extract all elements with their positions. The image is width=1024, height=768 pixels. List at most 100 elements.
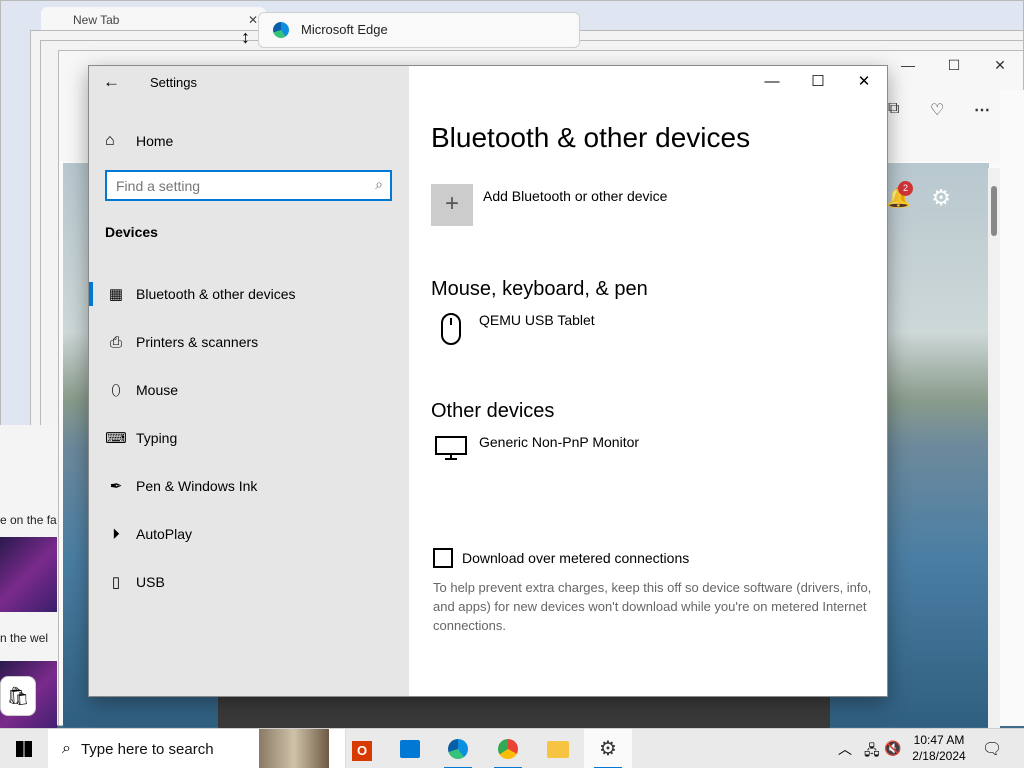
background-window-controls: — ☐ ✕ (885, 57, 1023, 74)
taskbar-edge[interactable] (434, 729, 482, 768)
taskbar-chrome[interactable] (484, 729, 532, 768)
device-qemu-usb-tablet[interactable]: QEMU USB Tablet (433, 312, 595, 351)
new-tab-label: New Tab (73, 13, 120, 27)
sidebar-item-label: Mouse (136, 382, 179, 398)
office-icon: O (352, 741, 372, 761)
windows-logo-icon (16, 741, 32, 757)
background-thumbnail-1 (0, 537, 57, 612)
window-controls: — ☐ ✕ (749, 66, 887, 98)
clock-time: 10:47 AM (913, 733, 965, 747)
taskbar-file-explorer[interactable] (534, 729, 582, 768)
device-name: Generic Non-PnP Monitor (479, 434, 640, 450)
device-name: QEMU USB Tablet (479, 312, 595, 328)
chrome-icon (498, 739, 518, 759)
sidebar-item-typing[interactable]: ⌨ Typing (89, 414, 409, 462)
settings-sidebar: ← Settings ⌂ Home ⌕ Devices ▦ Bluetooth … (89, 66, 409, 696)
collections-icon[interactable]: ⧉ (888, 100, 899, 118)
taskbar-settings[interactable]: ⚙ (584, 729, 632, 768)
taskbar-store[interactable] (386, 729, 434, 768)
add-device-button[interactable]: + Add Bluetooth or other device (431, 184, 667, 226)
home-nav-item[interactable]: ⌂ Home (105, 130, 173, 152)
scrollbar-thumb[interactable] (991, 186, 997, 236)
find-setting-search[interactable]: ⌕ (105, 170, 392, 201)
edge-window-tooltip: Microsoft Edge (258, 12, 580, 48)
more-options-icon[interactable]: ⋯ (974, 100, 990, 120)
notification-count-badge: 2 (898, 181, 913, 196)
browser-essentials-icon[interactable]: ♡ (930, 100, 944, 120)
sidebar-item-bluetooth[interactable]: ▦ Bluetooth & other devices (89, 270, 409, 318)
edge-logo-icon (273, 22, 289, 38)
mouse-keyboard-pen-heading: Mouse, keyboard, & pen (431, 278, 648, 300)
devices-nav-list: ▦ Bluetooth & other devices ⎙ Printers &… (89, 270, 409, 606)
sidebar-item-label: Typing (136, 430, 178, 446)
close-tab-icon[interactable]: ✕ (248, 13, 258, 27)
notification-center-icon[interactable]: 🗨 (982, 739, 1002, 759)
minimize-button[interactable]: — (749, 66, 795, 98)
close-button[interactable]: ✕ (841, 66, 887, 98)
background-video-strip (218, 696, 830, 728)
sidebar-item-label: Pen & Windows Ink (136, 478, 258, 494)
sidebar-item-mouse[interactable]: ⬯ Mouse (89, 366, 409, 414)
edge-window-label: Microsoft Edge (301, 22, 388, 37)
show-hidden-icons-chevron-icon[interactable]: ︿ (838, 739, 852, 759)
settings-window: ← Settings ⌂ Home ⌕ Devices ▦ Bluetooth … (88, 65, 888, 697)
store-bag-icon[interactable]: 🛍 (0, 676, 36, 716)
sidebar-item-label: USB (136, 574, 165, 590)
back-arrow-icon[interactable]: ← (103, 72, 125, 94)
search-icon[interactable]: ⌕ (375, 176, 383, 193)
resize-cursor-icon: ↕ (241, 27, 250, 47)
minimize-icon[interactable]: — (885, 57, 931, 73)
microsoft-store-icon (400, 740, 420, 758)
volume-muted-icon[interactable]: 🔇 (884, 740, 901, 757)
sidebar-item-autoplay[interactable]: ⏵ AutoPlay (89, 510, 409, 558)
home-icon: ⌂ (105, 132, 115, 149)
page-scrollbar[interactable] (988, 168, 1000, 728)
sidebar-item-printers[interactable]: ⎙ Printers & scanners (89, 318, 409, 366)
close-icon[interactable]: ✕ (977, 57, 1023, 74)
background-left-text-1: e on the fa (0, 513, 57, 527)
usb-icon: ▯ (111, 574, 121, 591)
search-icon: ⌕ (62, 740, 71, 757)
edge-icon (448, 739, 468, 759)
plus-icon: + (431, 184, 473, 226)
system-clock[interactable]: 10:47 AM 2/18/2024 (904, 732, 974, 764)
sidebar-item-label: AutoPlay (136, 526, 193, 542)
page-settings-gear-icon[interactable]: ⚙ (931, 185, 951, 211)
add-device-label: Add Bluetooth or other device (483, 188, 668, 204)
taskbar: ⌕ Type here to search O ⚙ ︿ 🖧 🔇 10:47 AM… (0, 728, 1024, 768)
taskbar-search-placeholder: Type here to search (80, 740, 214, 758)
edge-sidebar-strip (1000, 90, 1024, 726)
page-title: Bluetooth & other devices (431, 122, 751, 153)
clock-date: 2/18/2024 (912, 749, 966, 763)
find-setting-input[interactable] (107, 172, 347, 199)
other-devices-heading: Other devices (431, 400, 555, 422)
folder-icon (547, 741, 569, 758)
autoplay-icon: ⏵ (112, 525, 120, 543)
taskbar-office[interactable]: O (338, 729, 386, 768)
sidebar-item-label: Bluetooth & other devices (136, 286, 296, 302)
monitor-device-icon (433, 434, 469, 465)
metered-connections-checkbox-row[interactable]: Download over metered connections (433, 548, 689, 568)
search-highlight-image (259, 729, 329, 768)
background-left-text-2: n the wel (0, 631, 49, 645)
mouse-device-icon (433, 312, 469, 351)
home-label: Home (136, 133, 174, 149)
pen-icon: ✒ (109, 478, 123, 495)
maximize-button[interactable]: ☐ (795, 66, 841, 98)
bluetooth-devices-icon: ▦ (108, 286, 124, 303)
sidebar-item-usb[interactable]: ▯ USB (89, 558, 409, 606)
window-title: Settings (150, 75, 197, 90)
keyboard-icon: ⌨ (105, 430, 127, 447)
metered-connections-checkbox[interactable] (433, 548, 453, 568)
maximize-icon[interactable]: ☐ (931, 57, 977, 74)
sidebar-item-label: Printers & scanners (136, 334, 259, 350)
taskbar-search-box[interactable]: ⌕ Type here to search (48, 729, 346, 768)
printer-icon: ⎙ (109, 333, 122, 351)
device-generic-monitor[interactable]: Generic Non-PnP Monitor (433, 434, 639, 465)
metered-connections-label: Download over metered connections (462, 550, 690, 566)
network-icon[interactable]: 🖧 (864, 740, 880, 764)
sidebar-item-pen[interactable]: ✒ Pen & Windows Ink (89, 462, 409, 510)
start-button[interactable] (0, 729, 48, 768)
settings-gear-icon: ⚙ (599, 738, 617, 760)
devices-section-heading: Devices (105, 224, 158, 240)
